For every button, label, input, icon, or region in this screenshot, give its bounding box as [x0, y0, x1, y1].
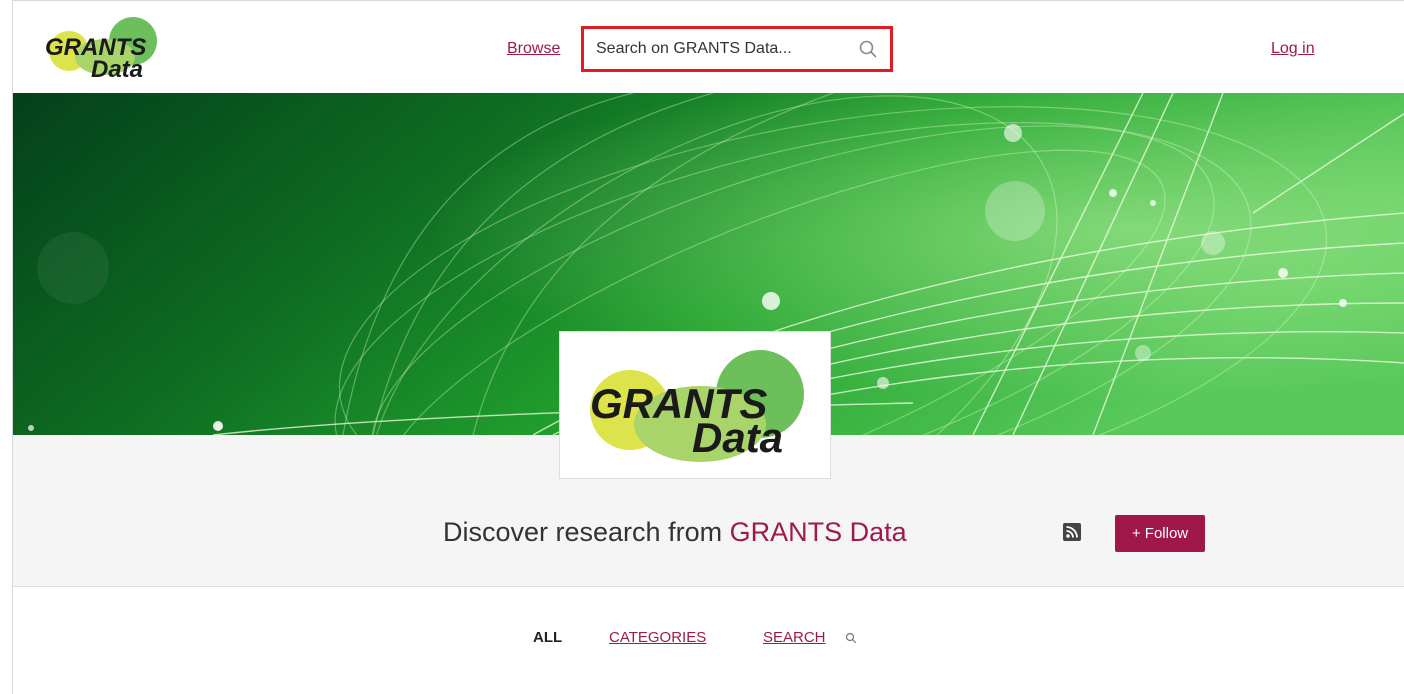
- follow-button[interactable]: + Follow: [1115, 515, 1205, 552]
- site-logo[interactable]: GRANTS Data: [33, 17, 163, 81]
- tab-all[interactable]: ALL: [533, 629, 562, 646]
- discover-prefix: Discover research from: [443, 517, 730, 547]
- browse-link[interactable]: Browse: [507, 40, 560, 58]
- login-link[interactable]: Log in: [1271, 40, 1315, 58]
- search-box: [581, 26, 893, 72]
- rss-icon[interactable]: [1063, 523, 1081, 541]
- profile-logo-text-data: Data: [692, 414, 783, 461]
- discover-brand: GRANTS Data: [729, 517, 907, 547]
- discover-heading: Discover research from GRANTS Data: [443, 517, 907, 548]
- content-tabs: ALL CATEGORIES SEARCH: [13, 587, 1404, 694]
- profile-logo-card: GRANTS Data: [559, 331, 831, 479]
- page-frame: GRANTS Data Browse Log in: [12, 0, 1404, 694]
- tab-search[interactable]: SEARCH: [763, 629, 826, 646]
- tab-search-icon[interactable]: [845, 632, 857, 644]
- search-icon[interactable]: [858, 39, 878, 59]
- logo-text-data: Data: [91, 56, 143, 81]
- profile-logo: GRANTS Data: [590, 350, 804, 462]
- tab-categories[interactable]: CATEGORIES: [609, 629, 706, 646]
- search-input[interactable]: [596, 38, 846, 60]
- site-header: GRANTS Data Browse Log in: [13, 1, 1404, 93]
